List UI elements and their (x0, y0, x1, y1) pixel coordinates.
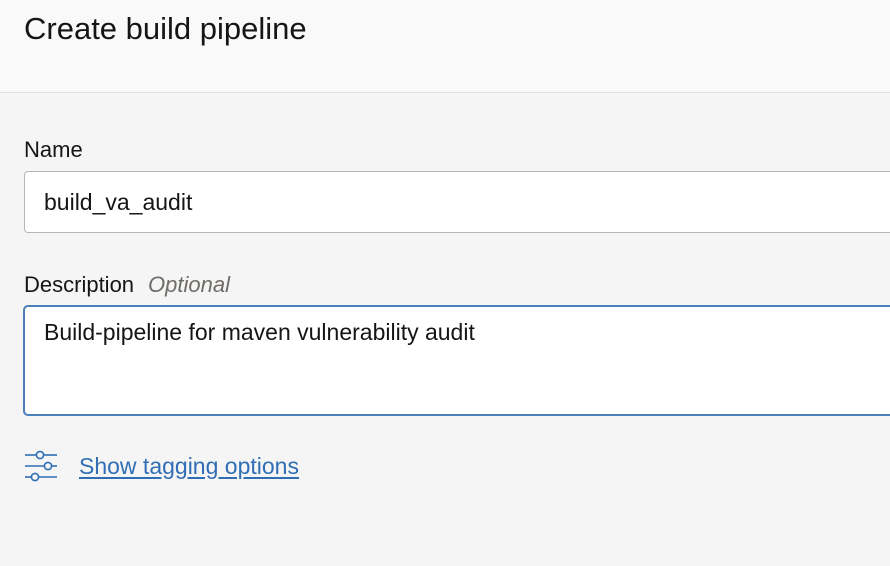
description-label-text: Description (24, 272, 135, 297)
name-input[interactable] (24, 171, 890, 233)
show-tagging-options[interactable]: Show tagging options (24, 449, 299, 483)
name-label: Name (24, 137, 83, 163)
name-label-text: Name (24, 137, 83, 162)
optional-hint: Optional (148, 272, 230, 297)
description-textarea[interactable]: Build-pipeline for maven vulnerability a… (23, 305, 890, 416)
description-label: Description Optional (24, 272, 230, 298)
show-tagging-options-link[interactable]: Show tagging options (79, 453, 299, 480)
sliders-icon[interactable] (24, 449, 58, 483)
page-title: Create build pipeline (24, 11, 307, 46)
panel-header: Create build pipeline (0, 0, 890, 93)
